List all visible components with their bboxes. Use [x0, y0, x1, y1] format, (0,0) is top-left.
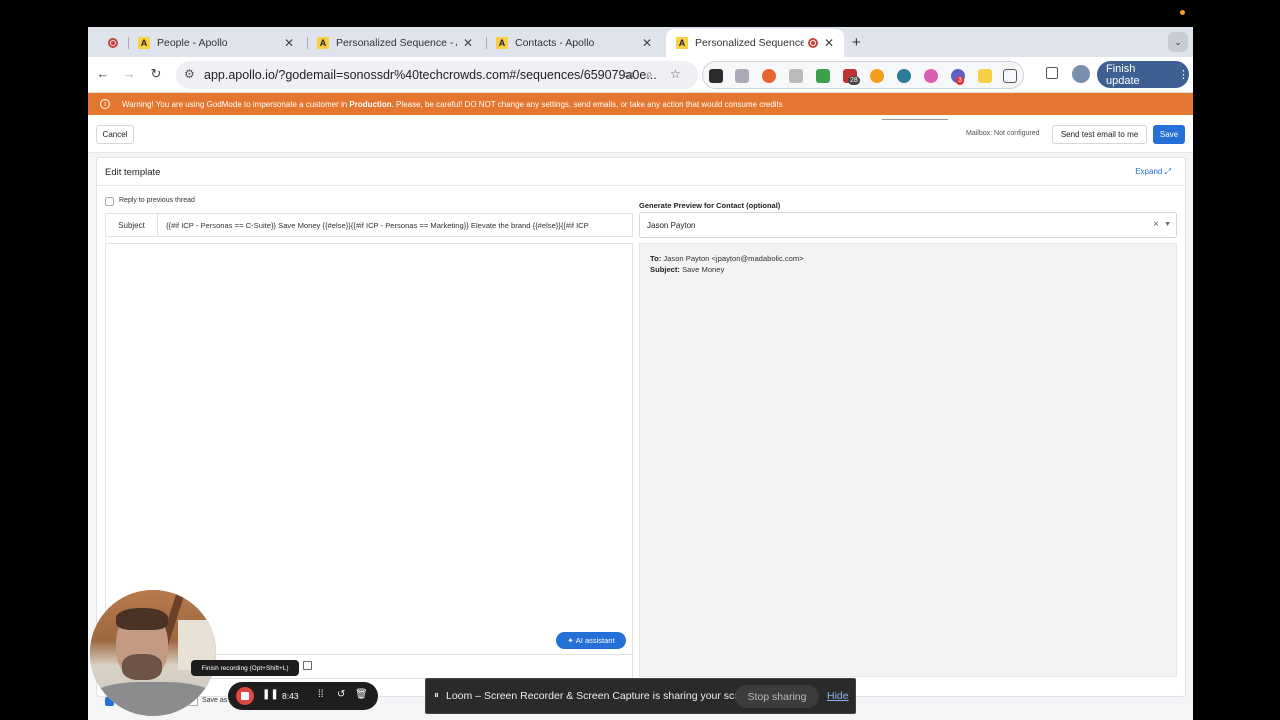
reload-icon[interactable]: ↻ — [147, 65, 165, 83]
pause-icon[interactable]: ❚❚ — [262, 689, 279, 700]
clear-icon[interactable]: × — [1153, 219, 1159, 230]
extension-icon[interactable] — [924, 69, 938, 83]
apollo-icon: A — [138, 37, 150, 49]
tab-personalized-sequence[interactable]: A Personalized Sequence - Apo ✕ — [307, 29, 483, 57]
save-button[interactable]: Save — [1153, 125, 1185, 144]
preview-contact-label: Generate Preview for Contact (optional) — [639, 201, 781, 210]
back-arrow-icon[interactable]: ← — [94, 65, 112, 83]
bookmark-star-icon[interactable]: ☆ — [670, 67, 681, 81]
loom-camera-bubble[interactable] — [90, 590, 216, 716]
pause-icon: ⏸ — [434, 690, 439, 701]
extension-badge: 3 — [956, 76, 964, 85]
apollo-icon[interactable] — [978, 69, 992, 83]
apollo-icon: A — [496, 37, 508, 49]
tab-personalized-sequence-active[interactable]: A Personalized Sequence - ✕ — [666, 29, 844, 57]
card-header: Edit template Expand ⤢ — [97, 158, 1185, 186]
preview-contact-select[interactable]: Jason Payton × ▼ — [639, 212, 1177, 238]
recording-timer: 8:43 — [282, 691, 299, 701]
profile-avatar[interactable] — [1072, 65, 1090, 83]
forward-arrow-icon[interactable]: → — [120, 65, 138, 83]
tab-search-chevron-icon[interactable]: ⌄ — [1168, 32, 1188, 52]
tab-title: People - Apollo — [157, 37, 228, 49]
extension-icon[interactable] — [870, 69, 884, 83]
close-icon[interactable]: ✕ — [824, 36, 834, 50]
new-tab-icon[interactable]: + — [852, 34, 861, 51]
tab-people[interactable]: A People - Apollo ✕ — [128, 29, 304, 57]
extensions-puzzle-icon[interactable] — [1003, 69, 1017, 83]
caret-down-icon[interactable]: ▼ — [1164, 221, 1171, 228]
extension-badge: 28 — [848, 76, 860, 85]
tab-strip: A People - Apollo ✕ A Personalized Seque… — [88, 27, 1193, 57]
side-panel-icon[interactable] — [1046, 67, 1058, 79]
close-icon[interactable]: ✕ — [284, 36, 294, 50]
trash-icon[interactable]: 🗑 — [355, 689, 368, 700]
preview-to: To: Jason Payton <jpayton@madabolic.com> — [650, 254, 804, 263]
extension-icon[interactable] — [735, 69, 749, 83]
divider — [882, 119, 948, 120]
calendar-icon[interactable] — [303, 661, 312, 670]
ai-assistant-button[interactable]: ✦ AI assistant — [556, 632, 626, 649]
restart-icon[interactable]: ↺ — [337, 689, 345, 700]
subject-label: Subject — [106, 214, 158, 236]
hide-button[interactable]: Hide — [827, 690, 849, 702]
reply-thread-checkbox[interactable] — [105, 197, 114, 206]
site-settings-icon[interactable]: ⚙ — [184, 67, 195, 81]
address-bar[interactable]: ⚙ app.apollo.io/?godemail=sonossdr%40tec… — [176, 61, 698, 89]
extension-icon[interactable] — [762, 69, 776, 83]
screen-sharing-bar: ⏸ Loom – Screen Recorder & Screen Captur… — [425, 678, 856, 714]
browser-toolbar: ← → ↻ ⚙ app.apollo.io/?godemail=sonossdr… — [88, 57, 1193, 93]
tab-contacts[interactable]: A Contacts - Apollo ✕ — [486, 29, 662, 57]
tab-title: Personalized Sequence - — [695, 37, 804, 49]
url-text[interactable]: app.apollo.io/?godemail=sonossdr%40techc… — [204, 68, 657, 82]
send-test-email-button[interactable]: Send test email to me — [1052, 125, 1147, 144]
close-icon[interactable]: ✕ — [642, 36, 652, 50]
sparkle-icon: ✦ — [567, 636, 576, 645]
subject-field[interactable]: Subject {{#if ICP - Personas == C-Suite}… — [105, 213, 633, 237]
page-title: Edit template — [105, 167, 161, 178]
apollo-icon: A — [317, 37, 329, 49]
zoom-icon[interactable]: ⌕ — [646, 67, 653, 82]
record-icon — [807, 38, 818, 48]
tab-title: Contacts - Apollo — [515, 37, 595, 49]
extension-icon[interactable] — [709, 69, 723, 83]
more-vert-icon: ⋮ — [1178, 69, 1189, 81]
expand-button[interactable]: Expand ⤢ — [1135, 167, 1171, 177]
sharing-message: Loom – Screen Recorder & Screen Capture … — [446, 690, 759, 702]
loom-recording-tab-icon[interactable] — [102, 29, 126, 57]
subject-input[interactable]: {{#if ICP - Personas == C-Suite}} Save M… — [166, 221, 628, 230]
stop-sharing-button[interactable]: Stop sharing — [735, 685, 819, 708]
browser-window: A People - Apollo ✕ A Personalized Seque… — [88, 27, 1193, 720]
record-icon — [108, 38, 118, 48]
extensions-area: 28 3 — [702, 61, 1024, 89]
warning-text: Warning! You are using GodMode to impers… — [122, 99, 783, 109]
camera-icon[interactable]: ▭ — [623, 67, 634, 81]
expand-icon: ⤢ — [1164, 167, 1171, 176]
godmode-warning-banner: i Warning! You are using GodMode to impe… — [88, 93, 1193, 115]
email-preview: To: Jason Payton <jpayton@madabolic.com>… — [639, 243, 1177, 677]
reply-thread-label: Reply to previous thread — [119, 197, 195, 204]
close-icon[interactable]: ✕ — [463, 36, 473, 50]
template-header-bar: Cancel Mailbox: Not configured Send test… — [88, 115, 1193, 153]
cancel-button[interactable]: Cancel — [96, 125, 134, 144]
apollo-icon: A — [676, 37, 688, 49]
loom-control-bar: ❚❚ 8:43 ⁞⁞ ↺ 🗑 — [228, 682, 378, 710]
edit-template-card: Edit template Expand ⤢ Reply to previous… — [96, 157, 1186, 697]
drawing-tools-icon[interactable]: ⁞⁞ — [318, 689, 324, 700]
preview-subject: Subject: Save Money — [650, 265, 725, 274]
finish-update-button[interactable]: Finish update ⋮ — [1097, 61, 1189, 88]
stop-recording-button[interactable] — [236, 687, 254, 705]
mailbox-status: Mailbox: Not configured — [966, 130, 1040, 137]
finish-recording-tooltip: Finish recording (Opt+Shift+L) — [191, 660, 299, 676]
extension-icon[interactable] — [897, 69, 911, 83]
extension-icon[interactable] — [816, 69, 830, 83]
finish-update-label: Finish update — [1106, 62, 1140, 87]
extension-icon[interactable] — [789, 69, 803, 83]
tab-title: Personalized Sequence - Apo — [336, 37, 457, 49]
selected-contact: Jason Payton — [647, 221, 696, 230]
info-icon: i — [100, 99, 110, 109]
desktop-status-dot — [1180, 10, 1185, 15]
